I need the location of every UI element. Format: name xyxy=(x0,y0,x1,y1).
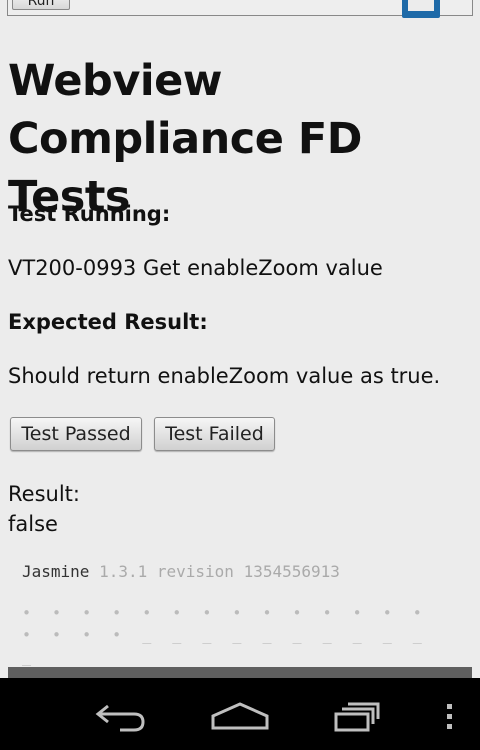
run-button[interactable]: Run xyxy=(12,0,70,10)
expected-result-text: Should return enableZoom value as true. xyxy=(8,364,441,388)
jasmine-name: Jasmine xyxy=(22,562,90,581)
result-label: Result: xyxy=(8,482,80,506)
test-failed-button[interactable]: Test Failed xyxy=(154,417,275,451)
test-running-label: Test Running: xyxy=(8,202,171,226)
test-name: VT200-0993 Get enableZoom value xyxy=(8,256,383,280)
recent-apps-icon[interactable] xyxy=(320,678,400,750)
window-icon[interactable] xyxy=(402,0,440,18)
jasmine-version: 1.3.1 revision 1354556913 xyxy=(99,562,340,581)
result-value: false xyxy=(8,512,58,536)
android-navbar xyxy=(0,678,480,750)
jasmine-banner: Jasmine 1.3.1 revision 1354556913 xyxy=(22,561,340,583)
overflow-menu-icon[interactable] xyxy=(410,678,480,750)
home-icon[interactable] xyxy=(200,678,280,750)
jasmine-progress: • • • • • • • • • • • • • • • • • • _ _ … xyxy=(22,604,428,666)
test-passed-button[interactable]: Test Passed xyxy=(10,417,142,451)
expected-result-label: Expected Result: xyxy=(8,310,208,334)
page-title: Webview Compliance FD Tests xyxy=(8,56,362,222)
back-icon[interactable] xyxy=(80,678,160,750)
